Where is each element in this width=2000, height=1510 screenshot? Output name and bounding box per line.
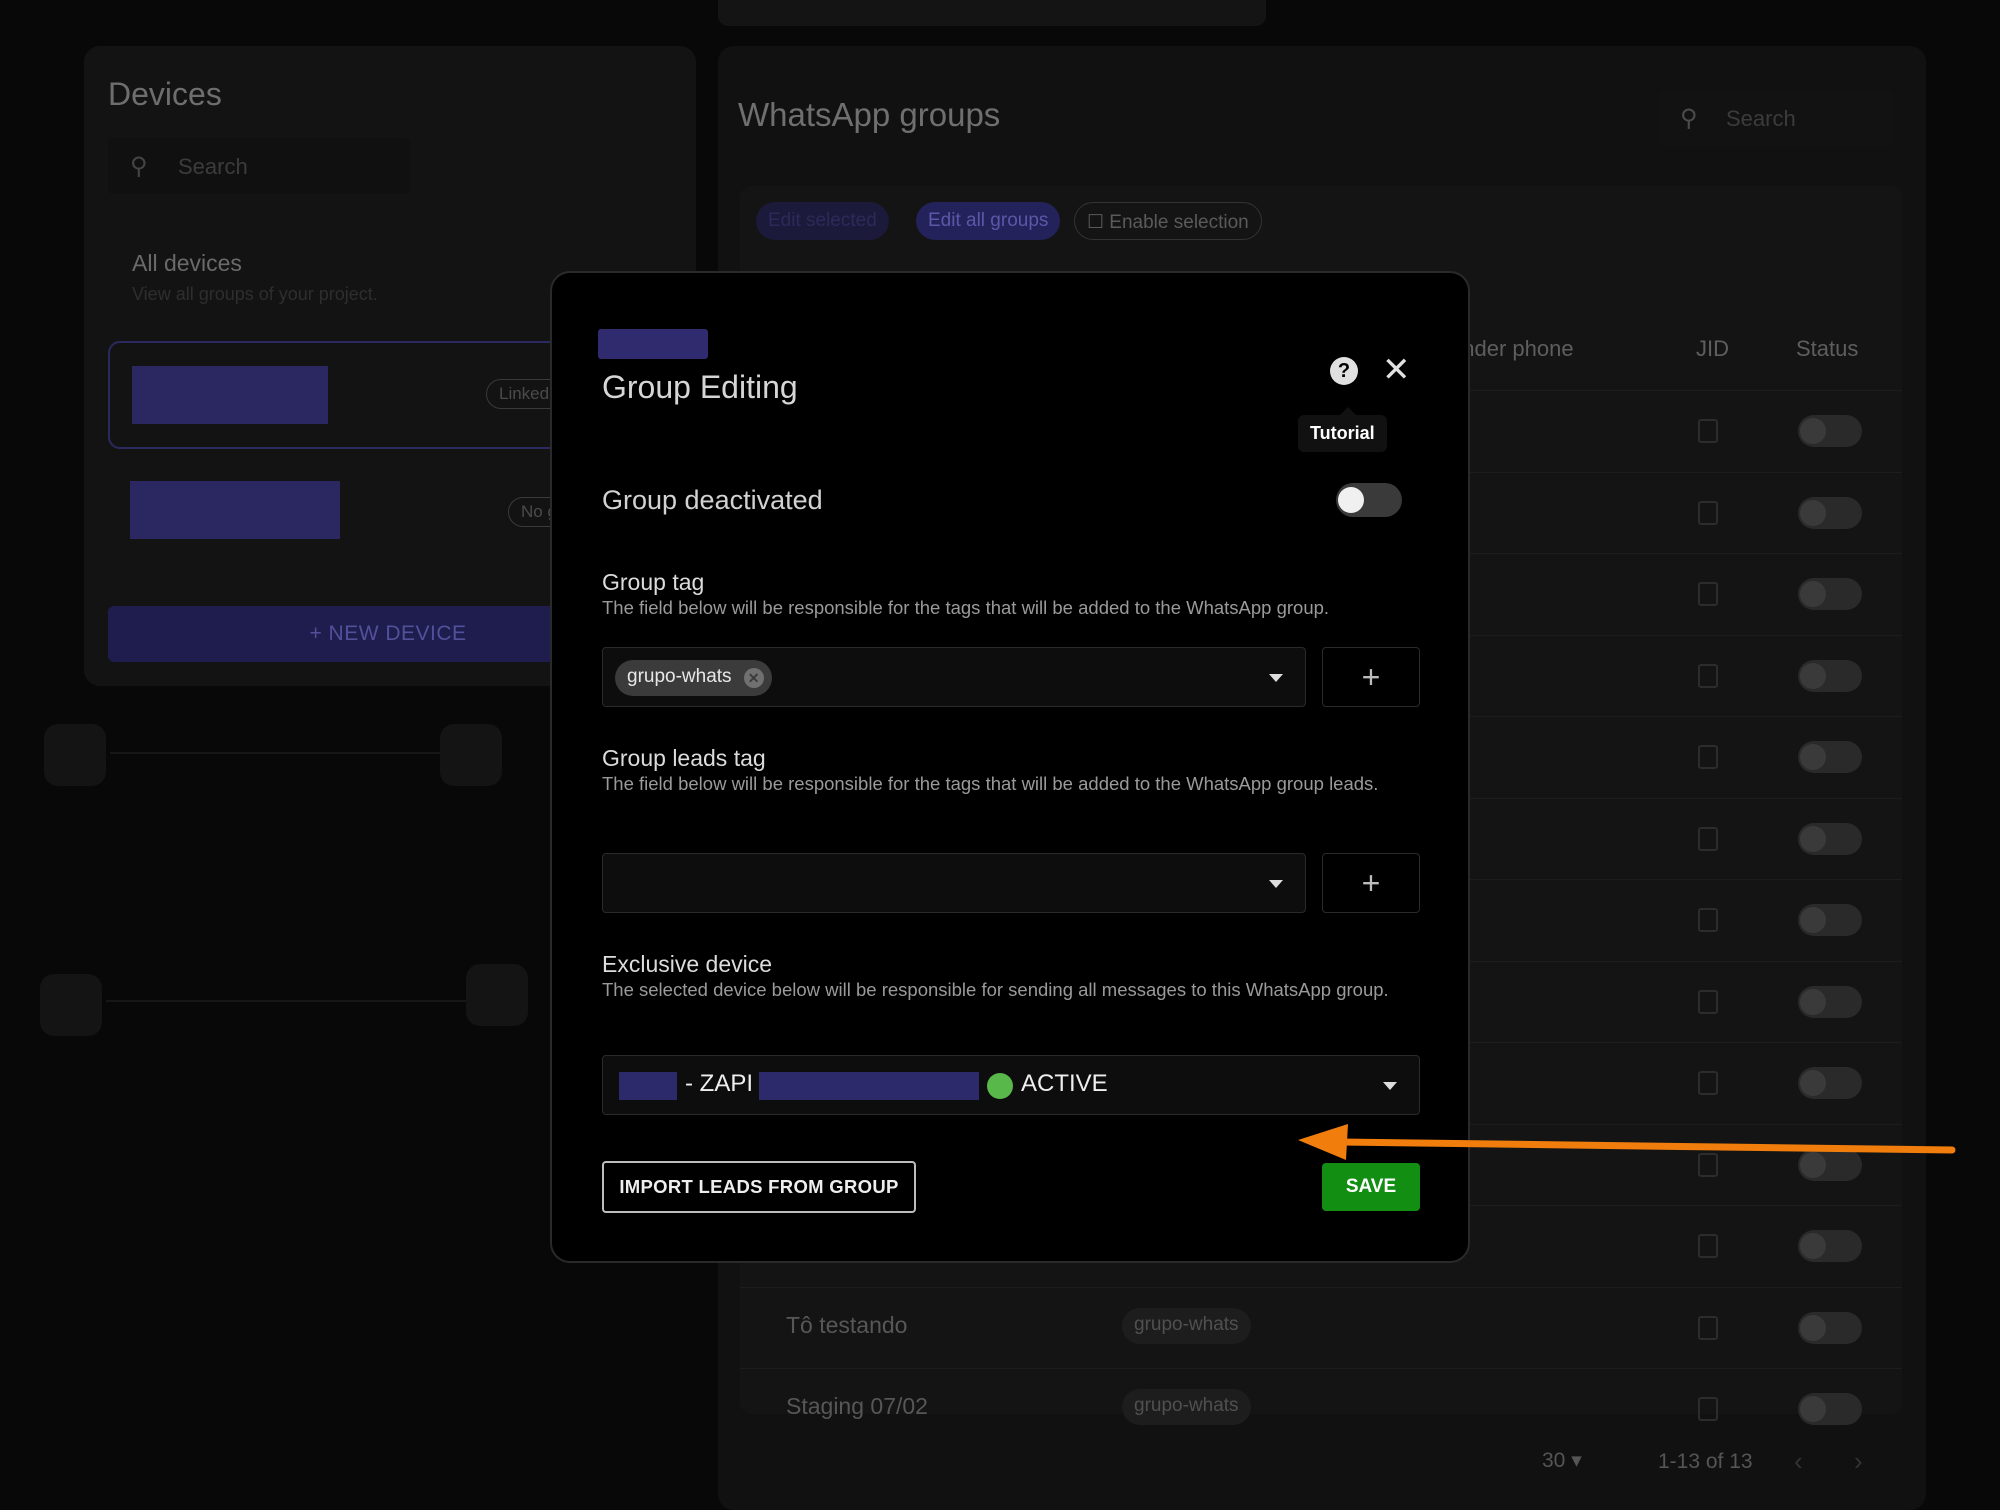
flow-node	[466, 964, 528, 1026]
copy-icon[interactable]	[1698, 663, 1718, 688]
status-toggle[interactable]	[1798, 1230, 1862, 1262]
group-deactivated-label: Group deactivated	[602, 485, 823, 515]
group-name: Tô testando	[786, 1311, 908, 1338]
help-icon[interactable]: ?	[1330, 357, 1358, 385]
status-toggle[interactable]	[1798, 415, 1862, 447]
device-id-redacted	[619, 1072, 677, 1100]
exclusive-device-label: Exclusive device	[602, 951, 773, 977]
group-tag-description: The field below will be responsible for …	[602, 597, 1330, 618]
group-tag-chip: grupo-whats	[1122, 1389, 1251, 1425]
copy-icon[interactable]	[1698, 500, 1718, 525]
status-toggle[interactable]	[1798, 985, 1862, 1018]
device-status: ACTIVE	[1021, 1070, 1108, 1097]
status-toggle[interactable]	[1798, 1393, 1862, 1425]
annotation-arrow	[1298, 1124, 1956, 1160]
add-group-tag-button[interactable]: +	[1322, 647, 1420, 707]
remove-tag-icon[interactable]: ✕	[743, 668, 764, 688]
previous-page-button[interactable]: ‹	[1794, 1446, 1803, 1477]
groups-search-input[interactable]: ⚲ Search	[1658, 90, 1894, 146]
green-circle-icon	[987, 1073, 1013, 1099]
groups-title: WhatsApp groups	[738, 96, 1001, 133]
pagination-range: 1-13 of 13	[1658, 1450, 1753, 1473]
tutorial-tooltip: Tutorial	[1298, 407, 1387, 452]
status-toggle[interactable]	[1798, 1311, 1862, 1344]
chevron-down-icon[interactable]	[1269, 880, 1283, 888]
status-toggle[interactable]	[1798, 659, 1862, 692]
flow-connector	[110, 752, 440, 754]
flow-node	[44, 724, 106, 786]
flow-node	[40, 974, 102, 1036]
copy-icon[interactable]	[1698, 419, 1718, 443]
exclusive-device-select[interactable]: - ZAPI ACTIVE	[602, 1055, 1420, 1115]
modal-title: Group Editing	[602, 369, 798, 405]
devices-search-placeholder: Search	[178, 154, 248, 179]
group-tag-select[interactable]: grupo-whats ✕	[602, 647, 1306, 707]
rows-per-page-select[interactable]: 30 ▾	[1542, 1448, 1582, 1473]
column-header-status[interactable]: Status	[1796, 336, 1858, 362]
table-row[interactable]: Tô testando grupo-whats	[740, 1286, 1902, 1369]
devices-title: Devices	[108, 76, 222, 112]
copy-icon[interactable]	[1698, 1234, 1718, 1258]
device-name-redacted	[130, 481, 340, 539]
status-toggle[interactable]	[1798, 578, 1862, 610]
status-toggle[interactable]	[1798, 904, 1862, 936]
flow-connector	[106, 1000, 466, 1002]
device-name-redacted	[132, 366, 328, 424]
tag-chip: grupo-whats ✕	[615, 660, 772, 696]
arrow-shaft	[1336, 1138, 1956, 1154]
add-leads-tag-button[interactable]: +	[1322, 853, 1420, 913]
enable-selection-button[interactable]: ☐ Enable selection	[1074, 202, 1262, 240]
copy-icon[interactable]	[1698, 908, 1718, 932]
copy-icon[interactable]	[1698, 745, 1718, 769]
edit-selected-button[interactable]: Edit selected	[756, 202, 889, 240]
group-name: Staging 07/02	[786, 1393, 928, 1419]
copy-icon[interactable]	[1698, 826, 1718, 851]
device-number-redacted	[759, 1072, 979, 1100]
search-icon: ⚲	[130, 153, 148, 180]
group-name-redacted-badge	[598, 329, 708, 359]
table-row[interactable]: Staging 07/02 grupo-whats	[740, 1368, 1902, 1450]
status-toggle[interactable]	[1798, 496, 1862, 529]
status-toggle[interactable]	[1798, 1067, 1862, 1099]
search-icon: ⚲	[1680, 105, 1698, 132]
group-tag-label: Group tag	[602, 569, 705, 595]
next-page-button[interactable]: ›	[1854, 1446, 1863, 1477]
group-leads-tag-label: Group leads tag	[602, 745, 766, 771]
import-leads-button[interactable]: IMPORT LEADS FROM GROUP	[602, 1161, 916, 1213]
group-tag-chip: grupo-whats	[1122, 1307, 1251, 1344]
top-search-input[interactable]	[718, 0, 1266, 26]
all-devices-title[interactable]: All devices	[132, 250, 242, 277]
edit-all-groups-button[interactable]: Edit all groups	[916, 202, 1061, 240]
groups-search-placeholder: Search	[1726, 106, 1796, 131]
group-leads-tag-description: The field below will be responsible for …	[602, 773, 1379, 794]
copy-icon[interactable]	[1698, 1397, 1718, 1421]
group-editing-modal: Group Editing ? ✕ Tutorial Group deactiv…	[550, 271, 1470, 1263]
column-header-jid[interactable]: JID	[1696, 336, 1729, 362]
chevron-down-icon[interactable]	[1269, 674, 1283, 682]
exclusive-device-description: The selected device below will be respon…	[602, 979, 1389, 1000]
all-devices-subtitle: View all groups of your project.	[132, 284, 378, 304]
close-icon[interactable]: ✕	[1382, 351, 1411, 389]
tag-chip-label: grupo-whats	[627, 666, 732, 687]
arrow-head	[1298, 1124, 1348, 1160]
status-toggle[interactable]	[1798, 822, 1862, 855]
copy-icon[interactable]	[1698, 1071, 1718, 1095]
group-deactivated-toggle[interactable]	[1336, 483, 1402, 517]
chevron-down-icon[interactable]	[1383, 1082, 1397, 1090]
copy-icon[interactable]	[1698, 989, 1718, 1014]
device-provider: - ZAPI	[685, 1070, 754, 1097]
copy-icon[interactable]	[1698, 1315, 1718, 1340]
devices-search-input[interactable]: ⚲ Search	[108, 138, 410, 194]
copy-icon[interactable]	[1698, 582, 1718, 606]
flow-node	[440, 724, 502, 786]
status-toggle[interactable]	[1798, 741, 1862, 773]
group-leads-tag-select[interactable]	[602, 853, 1306, 913]
